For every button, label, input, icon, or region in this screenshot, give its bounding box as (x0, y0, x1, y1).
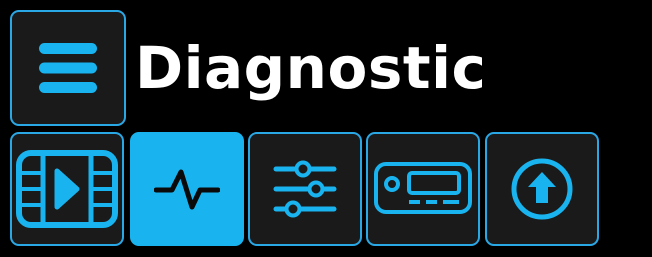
tab-settings[interactable] (248, 132, 362, 246)
hamburger-menu-icon (39, 43, 97, 93)
sliders-icon (273, 160, 337, 218)
page-title: Diagnostic (135, 34, 487, 102)
tab-diagnostic[interactable] (130, 132, 244, 246)
upload-arrow-icon (511, 158, 573, 220)
menu-button[interactable] (10, 10, 126, 126)
tab-upload[interactable] (485, 132, 599, 246)
video-film-icon (16, 150, 118, 228)
tab-device[interactable] (366, 132, 480, 246)
pulse-waveform-icon (154, 169, 220, 210)
tab-video[interactable] (10, 132, 124, 246)
device-radio-icon (374, 162, 472, 214)
